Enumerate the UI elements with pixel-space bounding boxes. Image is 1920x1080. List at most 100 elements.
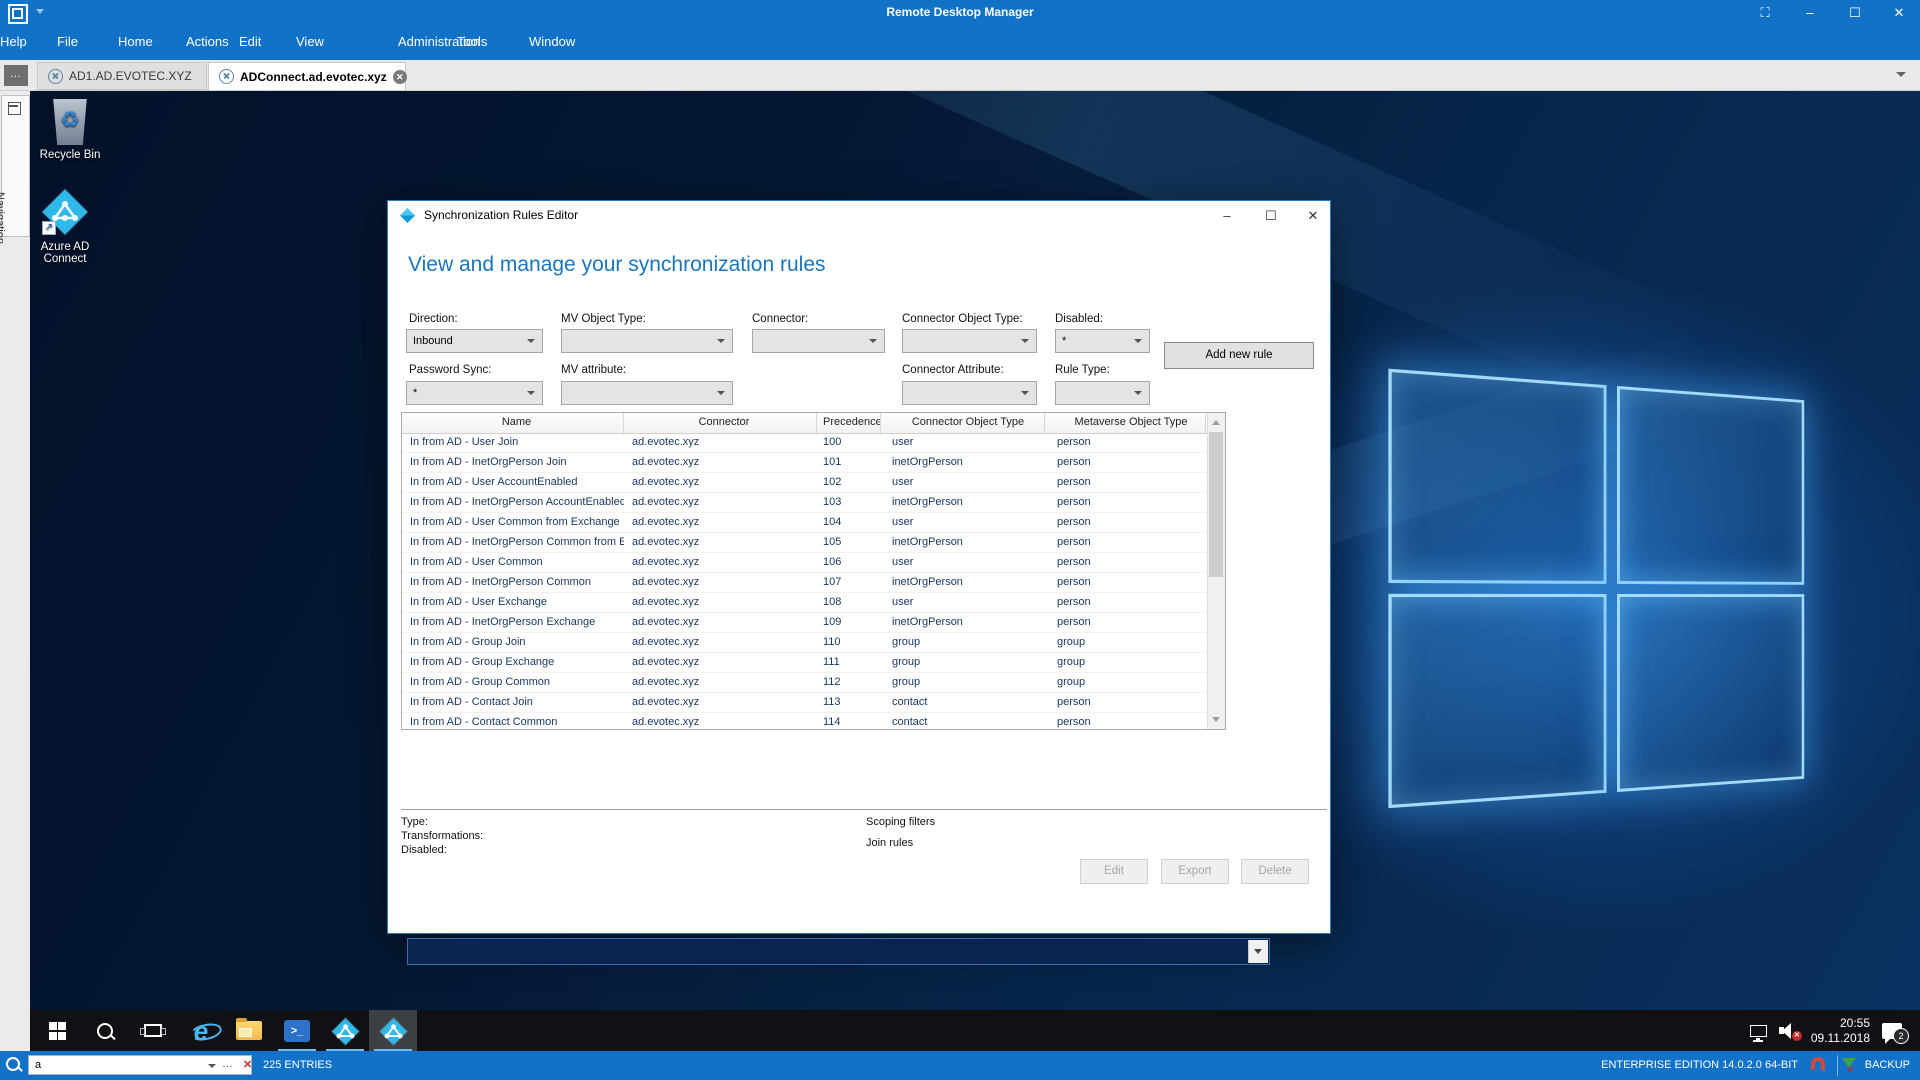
taskbar-azure-ad-connect-1[interactable] (321, 1010, 369, 1051)
dialog-titlebar[interactable]: Synchronization Rules Editor – ☐ ✕ (388, 201, 1330, 231)
connector-select[interactable] (752, 329, 885, 353)
table-row[interactable]: In from AD - InetOrgPerson Common from E… (402, 533, 1208, 553)
search-icon (6, 1057, 20, 1071)
taskbar-internet-explorer[interactable]: e (177, 1010, 225, 1051)
table-row[interactable]: In from AD - User Exchange ad.evotec.xyz… (402, 593, 1208, 613)
tab-close-icon[interactable]: ✕ (393, 70, 407, 84)
tab-adconnect[interactable]: ADConnect.ad.evotec.xyz ✕ (208, 62, 406, 90)
desktop-icon-label: Connect (30, 253, 113, 265)
dialog-close-button[interactable]: ✕ (1298, 207, 1328, 225)
search-input[interactable] (28, 1055, 252, 1075)
navigation-panel-tab[interactable]: Navigation (1, 95, 30, 237)
session-icon (48, 69, 63, 84)
connector-object-type-select[interactable] (902, 329, 1037, 353)
file-explorer-icon (236, 1021, 262, 1040)
connector-attribute-select[interactable] (902, 381, 1037, 405)
close-button[interactable]: ✕ (1884, 4, 1914, 22)
minimize-button[interactable]: – (1795, 4, 1825, 22)
tab-ad1[interactable]: AD1.AD.EVOTEC.XYZ (37, 62, 207, 90)
dialog-heading: View and manage your synchronization rul… (408, 253, 826, 277)
menu-item[interactable]: Tools (457, 34, 487, 49)
backup-label[interactable]: BACKUP (1865, 1059, 1910, 1071)
table-row[interactable]: In from AD - Contact Join ad.evotec.xyz … (402, 693, 1208, 713)
search-options-caret-icon[interactable] (208, 1064, 216, 1068)
menu-item[interactable]: Window (529, 34, 575, 49)
direction-select[interactable]: Inbound (406, 329, 543, 353)
mv-object-type-label: MV Object Type: (561, 313, 646, 325)
menu-item[interactable]: Edit (239, 34, 261, 49)
disabled-filter-select[interactable]: * (1055, 329, 1150, 353)
table-row[interactable]: In from AD - Group Join ad.evotec.xyz 11… (402, 633, 1208, 653)
column-header-metaverse-object-type[interactable]: Metaverse Object Type (1045, 413, 1206, 433)
mv-object-type-select[interactable] (561, 329, 733, 353)
export-button[interactable]: Export (1161, 859, 1229, 884)
edit-button[interactable]: Edit (1080, 859, 1148, 884)
azure-ad-connect-icon (379, 1017, 407, 1045)
volume-muted-icon[interactable]: ✕ (1779, 1023, 1799, 1039)
recycle-bin-icon: ♻ (50, 99, 90, 145)
column-header-connector-object-type[interactable]: Connector Object Type (881, 413, 1045, 433)
desktop-icon-azure-ad-connect[interactable]: ↗ Azure AD Connect (30, 189, 113, 265)
column-header-connector[interactable]: Connector (624, 413, 817, 433)
edition-label: ENTERPRISE EDITION 14.0.2.0 64-BIT (1601, 1059, 1798, 1071)
table-row[interactable]: In from AD - InetOrgPerson Join ad.evote… (402, 453, 1208, 473)
table-row[interactable]: In from AD - User Join ad.evotec.xyz 100… (402, 433, 1208, 453)
taskbar-powershell[interactable]: >_ (273, 1010, 321, 1051)
table-row[interactable]: In from AD - User Common ad.evotec.xyz 1… (402, 553, 1208, 573)
navigation-icon (8, 102, 21, 115)
menu-item[interactable]: Help (0, 34, 27, 49)
search-more-icon[interactable]: … (222, 1058, 234, 1070)
scroll-up-icon[interactable] (1212, 420, 1220, 425)
table-row[interactable]: In from AD - User AccountEnabled ad.evot… (402, 473, 1208, 493)
rdm-statusbar: … ✕ 225 ENTRIES ENTERPRISE EDITION 14.0.… (0, 1051, 1920, 1080)
table-row[interactable]: In from AD - Group Exchange ad.evotec.xy… (402, 653, 1208, 673)
mv-attribute-select[interactable] (561, 381, 733, 405)
table-row[interactable]: In from AD - InetOrgPerson Exchange ad.e… (402, 613, 1208, 633)
table-row[interactable]: In from AD - Contact Common ad.evotec.xy… (402, 713, 1208, 730)
password-sync-select[interactable]: * (406, 381, 543, 405)
tab-list-caret-icon[interactable] (1896, 72, 1906, 77)
dialog-maximize-button[interactable]: ☐ (1256, 207, 1286, 225)
clear-search-icon[interactable]: ✕ (243, 1058, 252, 1071)
table-scrollbar[interactable] (1207, 413, 1225, 729)
add-new-rule-button[interactable]: Add new rule (1164, 342, 1314, 369)
focus-mode-button[interactable]: ⛶ (1750, 4, 1780, 22)
direction-label: Direction: (409, 313, 458, 325)
magnet-icon[interactable] (1811, 1057, 1825, 1070)
table-row[interactable]: In from AD - InetOrgPerson Common ad.evo… (402, 573, 1208, 593)
taskbar-file-explorer[interactable] (225, 1010, 273, 1051)
network-icon[interactable] (1750, 1025, 1767, 1037)
taskbar-clock[interactable]: 20:55 09.11.2018 (1811, 1016, 1870, 1046)
combobox-dropdown-icon[interactable] (1248, 940, 1268, 963)
table-row[interactable]: In from AD - Group Common ad.evotec.xyz … (402, 673, 1208, 693)
column-header-precedence[interactable]: Precedence (817, 413, 881, 433)
desktop-icon-recycle-bin[interactable]: ♻ Recycle Bin (30, 99, 118, 161)
mv-attribute-label: MV attribute: (561, 364, 626, 376)
rule-type-select[interactable] (1055, 381, 1150, 405)
divider (401, 809, 1327, 810)
panel-menu-button[interactable]: … (4, 65, 28, 86)
table-row[interactable]: In from AD - InetOrgPerson AccountEnable… (402, 493, 1208, 513)
start-button[interactable] (33, 1010, 81, 1051)
dialog-minimize-button[interactable]: – (1212, 207, 1242, 225)
background-combobox[interactable] (407, 938, 1270, 965)
system-tray: ✕ 20:55 09.11.2018 2 (1750, 1010, 1912, 1051)
taskbar-search-button[interactable] (81, 1010, 129, 1051)
menu-item[interactable]: Home (118, 34, 153, 49)
menu-item[interactable]: View (296, 34, 324, 49)
powershell-icon: >_ (284, 1020, 310, 1042)
column-header-name[interactable]: Name (402, 413, 624, 433)
maximize-button[interactable]: ☐ (1840, 4, 1870, 22)
scroll-down-icon[interactable] (1212, 717, 1220, 722)
task-view-icon (144, 1024, 162, 1037)
taskbar-azure-ad-connect-2[interactable] (369, 1010, 417, 1051)
delete-button[interactable]: Delete (1241, 859, 1309, 884)
menu-bar: FileHomeActionsEditViewAdministrationToo… (0, 26, 1920, 60)
menu-item[interactable]: Actions (186, 34, 229, 49)
window-title: Remote Desktop Manager (0, 5, 1920, 19)
menu-item[interactable]: File (57, 34, 78, 49)
action-center-icon[interactable]: 2 (1882, 1023, 1902, 1039)
task-view-button[interactable] (129, 1010, 177, 1051)
scrollbar-thumb[interactable] (1209, 432, 1223, 577)
table-row[interactable]: In from AD - User Common from Exchange a… (402, 513, 1208, 533)
